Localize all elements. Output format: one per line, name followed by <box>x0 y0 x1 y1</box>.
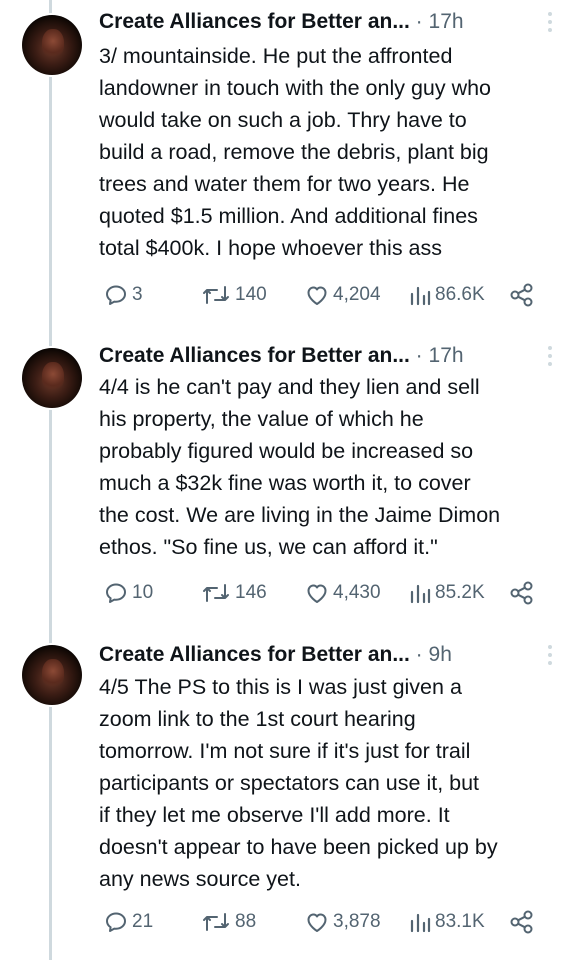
tweet-header: Create Alliances for Better an... · 17h <box>99 4 554 40</box>
like-count: 4,430 <box>333 582 381 603</box>
header-separator: · <box>415 643 423 666</box>
share-button[interactable] <box>509 283 535 313</box>
more-icon[interactable] <box>543 346 557 366</box>
reply-button[interactable]: 21 <box>104 907 153 937</box>
like-icon <box>307 913 327 932</box>
share-button[interactable] <box>509 581 535 611</box>
timestamp[interactable]: 9h <box>429 643 452 666</box>
reply-icon <box>106 285 126 305</box>
share-button[interactable] <box>509 910 535 940</box>
reply-icon <box>106 583 126 603</box>
reply-count: 10 <box>132 582 154 603</box>
share-icon <box>510 910 533 934</box>
like-count: 3,878 <box>333 911 381 932</box>
like-button[interactable]: 3,878 <box>305 907 381 937</box>
views-button[interactable]: 83.1K <box>409 907 485 937</box>
retweet-button[interactable]: 88 <box>201 907 256 937</box>
like-count: 4,204 <box>333 284 381 305</box>
views-icon <box>410 286 431 306</box>
tweet-text: 4/5 The PS to this is I was just given a… <box>99 675 498 891</box>
avatar[interactable] <box>22 15 82 75</box>
like-icon <box>307 584 327 603</box>
tweet-text: 3/ mountainside. He put the affronted la… <box>99 44 492 260</box>
retweet-icon <box>203 913 229 931</box>
retweet-button[interactable]: 140 <box>201 280 267 310</box>
author-name[interactable]: Create Alliances for Better an... <box>99 344 410 367</box>
retweet-icon <box>203 286 229 304</box>
views-icon <box>410 584 431 604</box>
share-icon <box>510 581 533 605</box>
retweet-icon <box>203 584 229 602</box>
tweet-2[interactable]: Create Alliances for Better an... · 17h … <box>0 338 575 628</box>
reply-button[interactable]: 3 <box>104 280 143 310</box>
avatar[interactable] <box>22 348 82 408</box>
tweet-3[interactable]: Create Alliances for Better an... · 9h 4… <box>0 637 575 960</box>
timestamp[interactable]: 17h <box>429 344 464 367</box>
action-bar: 3 140 4,204 86.6K <box>99 280 559 310</box>
header-separator: · <box>415 344 423 367</box>
action-bar: 10 146 4,430 85.2K <box>99 578 559 608</box>
reply-count: 3 <box>132 284 143 305</box>
share-icon <box>510 283 533 307</box>
more-icon[interactable] <box>543 645 557 665</box>
reply-icon <box>106 912 126 932</box>
author-name[interactable]: Create Alliances for Better an... <box>99 643 410 666</box>
author-name[interactable]: Create Alliances for Better an... <box>99 10 410 33</box>
like-icon <box>307 286 327 305</box>
header-separator: · <box>415 10 423 33</box>
avatar[interactable] <box>22 645 82 705</box>
tweet-1[interactable]: Create Alliances for Better an... · 17h … <box>0 0 575 320</box>
retweet-count: 88 <box>235 911 257 932</box>
views-button[interactable]: 86.6K <box>409 280 485 310</box>
timestamp[interactable]: 17h <box>429 10 464 33</box>
like-button[interactable]: 4,204 <box>305 280 381 310</box>
retweet-count: 146 <box>235 582 267 603</box>
action-bar: 21 88 3,878 83.1K <box>99 907 559 937</box>
views-count: 85.2K <box>435 582 485 603</box>
views-count: 86.6K <box>435 284 485 305</box>
retweet-button[interactable]: 146 <box>201 578 267 608</box>
views-button[interactable]: 85.2K <box>409 578 485 608</box>
like-button[interactable]: 4,430 <box>305 578 381 608</box>
views-icon <box>410 913 431 933</box>
more-icon[interactable] <box>543 12 557 32</box>
reply-count: 21 <box>132 911 154 932</box>
tweet-header: Create Alliances for Better an... · 9h <box>99 637 554 673</box>
views-count: 83.1K <box>435 911 485 932</box>
retweet-count: 140 <box>235 284 267 305</box>
tweet-text: 4/4 is he can't pay and they lien and se… <box>99 375 501 559</box>
tweet-header: Create Alliances for Better an... · 17h <box>99 338 554 374</box>
reply-button[interactable]: 10 <box>104 578 153 608</box>
